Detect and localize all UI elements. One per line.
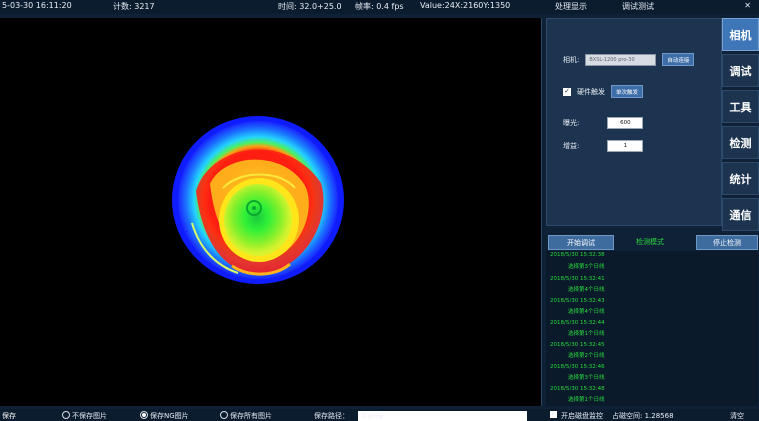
exposure-label: 曝光: <box>563 119 580 127</box>
log-line: 2018/5/30 15:32:38 <box>550 252 605 258</box>
log-line: 2018/5/30 15:32:41 <box>550 276 605 282</box>
value-text: Value:24X:2160Y:1350 <box>420 1 511 10</box>
log-line: 选择第2个日线 <box>568 353 605 359</box>
debug-test-button[interactable]: 调试测试 <box>622 1 654 12</box>
log-panel[interactable]: 2018/5/30 15:32:38 选择第3个日线 2018/5/30 15:… <box>546 251 758 406</box>
gain-input[interactable]: 1 <box>607 140 644 152</box>
log-header: 开始调试 检测模式 停止检测 <box>546 233 758 250</box>
start-debug-button[interactable]: 开始调试 <box>548 235 614 250</box>
save-label: 保存 <box>2 412 16 420</box>
log-line: 选择第3个日线 <box>568 375 605 381</box>
stop-detect-button[interactable]: 停止检测 <box>696 235 758 250</box>
log-line: 2018/5/30 15:32:43 <box>550 298 605 304</box>
tab-debug[interactable]: 调试 <box>722 54 759 87</box>
free-space-text: 占磁空间: 1.28568 <box>612 412 674 420</box>
save-ng-radio[interactable] <box>140 411 148 419</box>
disk-monitor-label: 开启磁盘监控 <box>561 412 603 420</box>
tab-camera[interactable]: 相机 <box>722 18 759 51</box>
exposure-input[interactable]: 600 <box>607 117 644 129</box>
hardware-trigger-checkbox[interactable]: ✓ <box>563 87 571 96</box>
datetime-text: 5-03-30 16:11:20 <box>2 1 72 10</box>
log-line: 选择第4个日线 <box>568 309 605 315</box>
log-line: 选择第1个日线 <box>568 331 605 337</box>
save-options-bar: 保存 不保存图片 保存NG图片 保存所有图片 保存路径： D:\bmp ✓ 开启… <box>0 409 759 421</box>
no-save-radio[interactable] <box>62 411 70 419</box>
tab-detect[interactable]: 检测 <box>722 126 759 159</box>
log-line: 选择第3个日线 <box>568 264 605 270</box>
save-all-radio[interactable] <box>220 411 228 419</box>
count-text: 计数: 3217 <box>113 2 155 11</box>
save-all-label: 保存所有图片 <box>230 412 272 420</box>
auto-connect-button[interactable]: 自动连接 <box>662 53 695 66</box>
detect-mode-label: 检测模式 <box>636 238 664 246</box>
right-tab-bar: 相机 调试 工具 检测 统计 通信 <box>722 18 759 234</box>
tab-tools[interactable]: 工具 <box>722 90 759 123</box>
camera-select[interactable]: BXSL-1200 pro-30 <box>585 53 657 66</box>
camera-settings-panel: 相机: BXSL-1200 pro-30 自动连接 ✓ 硬件触发 单次触发 曝光… <box>546 18 722 226</box>
disk-monitor-checkbox[interactable]: ✓ <box>550 411 557 418</box>
log-line: 2018/5/30 15:32:48 <box>550 386 605 392</box>
save-ng-label: 保存NG图片 <box>150 412 189 420</box>
log-line: 2018/5/30 15:32:44 <box>550 320 605 326</box>
log-line: 2018/5/30 15:32:45 <box>550 342 605 348</box>
hardware-trigger-label: 硬件触发 <box>577 87 605 96</box>
single-trigger-button[interactable]: 单次触发 <box>611 85 644 98</box>
log-line: 选择第1个日线 <box>568 397 605 403</box>
time-text: 时间: 32.0+25.0 <box>278 2 342 11</box>
tab-statistics[interactable]: 统计 <box>722 162 759 195</box>
save-path-input[interactable]: D:\bmp <box>358 411 527 421</box>
camera-viewer[interactable] <box>0 18 542 406</box>
close-icon[interactable]: ✕ <box>744 1 751 10</box>
gain-label: 增益: <box>563 142 580 150</box>
top-status-bar: 5-03-30 16:11:20 计数: 3217 时间: 32.0+25.0 … <box>0 0 759 14</box>
save-path-label: 保存路径： <box>314 412 349 420</box>
heatmap-image <box>172 116 344 284</box>
no-save-label: 不保存图片 <box>72 412 107 420</box>
log-line: 选择第4个日线 <box>568 287 605 293</box>
clear-button[interactable]: 清空 <box>730 411 744 421</box>
log-line: 2018/5/30 15:32:46 <box>550 364 605 370</box>
rate-text: 帧率: 0.4 fps <box>355 2 404 11</box>
camera-label: 相机: <box>563 55 580 64</box>
tab-communication[interactable]: 通信 <box>722 198 759 231</box>
display-mode-button[interactable]: 处理显示 <box>555 1 587 12</box>
